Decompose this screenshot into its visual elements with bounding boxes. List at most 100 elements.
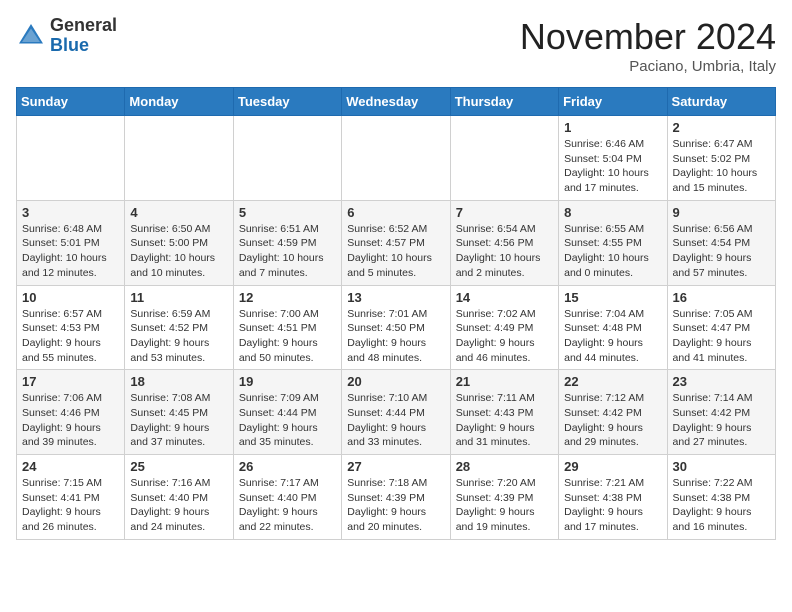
logo-general: General bbox=[50, 15, 117, 35]
title-block: November 2024 Paciano, Umbria, Italy bbox=[520, 16, 776, 75]
calendar-cell: 7 Sunrise: 6:54 AMSunset: 4:56 PMDaylight… bbox=[450, 200, 558, 285]
day-number: 22 bbox=[564, 374, 661, 389]
day-number: 10 bbox=[22, 290, 119, 305]
day-info: Sunrise: 6:47 AMSunset: 5:02 PMDaylight:… bbox=[673, 137, 770, 196]
day-info: Sunrise: 7:10 AMSunset: 4:44 PMDaylight:… bbox=[347, 391, 444, 450]
calendar-cell: 15Sunrise: 7:04 AMSunset: 4:48 PMDayligh… bbox=[559, 285, 667, 370]
day-info: Sunrise: 7:00 AMSunset: 4:51 PMDaylight:… bbox=[239, 307, 336, 366]
calendar-table: SundayMondayTuesdayWednesdayThursdayFrid… bbox=[16, 87, 776, 540]
day-number: 11 bbox=[130, 290, 227, 305]
day-number: 6 bbox=[347, 205, 444, 220]
calendar-week-2: 3Sunrise: 6:48 AMSunset: 5:01 PMDaylight… bbox=[17, 200, 776, 285]
day-info: Sunrise: 6:56 AMSunset: 4:54 PMDaylight:… bbox=[673, 222, 770, 281]
day-info: Sunrise: 7:16 AMSunset: 4:40 PMDaylight:… bbox=[130, 476, 227, 535]
day-number: 12 bbox=[239, 290, 336, 305]
calendar-cell: 8Sunrise: 6:55 AMSunset: 4:55 PMDaylight… bbox=[559, 200, 667, 285]
calendar-cell: 23 Sunrise: 7:14 AMSunset: 4:42 PMDayligh… bbox=[667, 370, 775, 455]
day-number: 8 bbox=[564, 205, 661, 220]
calendar-cell bbox=[450, 116, 558, 201]
day-number: 14 bbox=[456, 290, 553, 305]
logo-text: General Blue bbox=[50, 16, 117, 56]
day-number: 19 bbox=[239, 374, 336, 389]
calendar-cell: 26 Sunrise: 7:17 AMSunset: 4:40 PMDayligh… bbox=[233, 455, 341, 540]
calendar-cell: 29 Sunrise: 7:21 AMSunset: 4:38 PMDayligh… bbox=[559, 455, 667, 540]
day-info: Sunrise: 7:21 AMSunset: 4:38 PMDaylight:… bbox=[564, 476, 661, 535]
day-header-saturday: Saturday bbox=[667, 88, 775, 116]
calendar-cell: 20 Sunrise: 7:10 AMSunset: 4:44 PMDayligh… bbox=[342, 370, 450, 455]
calendar-week-5: 24 Sunrise: 7:15 AMSunset: 4:41 PMDayligh… bbox=[17, 455, 776, 540]
day-info: Sunrise: 7:09 AMSunset: 4:44 PMDaylight:… bbox=[239, 391, 336, 450]
calendar-cell: 1 Sunrise: 6:46 AMSunset: 5:04 PMDaylight… bbox=[559, 116, 667, 201]
day-info: Sunrise: 7:12 AMSunset: 4:42 PMDaylight:… bbox=[564, 391, 661, 450]
calendar-cell: 30 Sunrise: 7:22 AMSunset: 4:38 PMDayligh… bbox=[667, 455, 775, 540]
day-header-monday: Monday bbox=[125, 88, 233, 116]
day-info: Sunrise: 6:46 AMSunset: 5:04 PMDaylight:… bbox=[564, 137, 661, 196]
day-info: Sunrise: 6:48 AMSunset: 5:01 PMDaylight:… bbox=[22, 222, 119, 281]
day-number: 30 bbox=[673, 459, 770, 474]
day-info: Sunrise: 6:52 AMSunset: 4:57 PMDaylight:… bbox=[347, 222, 444, 281]
page-header: General Blue November 2024 Paciano, Umbr… bbox=[16, 16, 776, 75]
day-header-thursday: Thursday bbox=[450, 88, 558, 116]
calendar-cell bbox=[233, 116, 341, 201]
day-header-tuesday: Tuesday bbox=[233, 88, 341, 116]
calendar-week-1: 1 Sunrise: 6:46 AMSunset: 5:04 PMDaylight… bbox=[17, 116, 776, 201]
day-header-friday: Friday bbox=[559, 88, 667, 116]
day-info: Sunrise: 7:15 AMSunset: 4:41 PMDaylight:… bbox=[22, 476, 119, 535]
day-info: Sunrise: 7:08 AMSunset: 4:45 PMDaylight:… bbox=[130, 391, 227, 450]
day-number: 17 bbox=[22, 374, 119, 389]
logo-blue: Blue bbox=[50, 35, 89, 55]
day-info: Sunrise: 7:20 AMSunset: 4:39 PMDaylight:… bbox=[456, 476, 553, 535]
day-number: 1 bbox=[564, 120, 661, 135]
calendar-cell: 12 Sunrise: 7:00 AMSunset: 4:51 PMDayligh… bbox=[233, 285, 341, 370]
day-info: Sunrise: 7:17 AMSunset: 4:40 PMDaylight:… bbox=[239, 476, 336, 535]
calendar-cell: 25 Sunrise: 7:16 AMSunset: 4:40 PMDayligh… bbox=[125, 455, 233, 540]
day-number: 5 bbox=[239, 205, 336, 220]
calendar-cell bbox=[342, 116, 450, 201]
day-info: Sunrise: 7:22 AMSunset: 4:38 PMDaylight:… bbox=[673, 476, 770, 535]
day-info: Sunrise: 7:11 AMSunset: 4:43 PMDaylight:… bbox=[456, 391, 553, 450]
day-number: 16 bbox=[673, 290, 770, 305]
day-number: 21 bbox=[456, 374, 553, 389]
day-info: Sunrise: 7:18 AMSunset: 4:39 PMDaylight:… bbox=[347, 476, 444, 535]
day-info: Sunrise: 7:02 AMSunset: 4:49 PMDaylight:… bbox=[456, 307, 553, 366]
calendar-header-row: SundayMondayTuesdayWednesdayThursdayFrid… bbox=[17, 88, 776, 116]
calendar-cell: 22 Sunrise: 7:12 AMSunset: 4:42 PMDayligh… bbox=[559, 370, 667, 455]
day-number: 28 bbox=[456, 459, 553, 474]
day-info: Sunrise: 6:54 AMSunset: 4:56 PMDaylight:… bbox=[456, 222, 553, 281]
calendar-cell: 24 Sunrise: 7:15 AMSunset: 4:41 PMDayligh… bbox=[17, 455, 125, 540]
calendar-cell: 27 Sunrise: 7:18 AMSunset: 4:39 PMDayligh… bbox=[342, 455, 450, 540]
day-number: 27 bbox=[347, 459, 444, 474]
day-number: 7 bbox=[456, 205, 553, 220]
calendar-cell: 28 Sunrise: 7:20 AMSunset: 4:39 PMDayligh… bbox=[450, 455, 558, 540]
day-info: Sunrise: 7:14 AMSunset: 4:42 PMDaylight:… bbox=[673, 391, 770, 450]
day-number: 4 bbox=[130, 205, 227, 220]
day-number: 20 bbox=[347, 374, 444, 389]
calendar-cell: 5Sunrise: 6:51 AMSunset: 4:59 PMDaylight… bbox=[233, 200, 341, 285]
month-title: November 2024 bbox=[520, 16, 776, 58]
calendar-week-3: 10Sunrise: 6:57 AMSunset: 4:53 PMDayligh… bbox=[17, 285, 776, 370]
day-info: Sunrise: 7:06 AMSunset: 4:46 PMDaylight:… bbox=[22, 391, 119, 450]
calendar-cell: 13 Sunrise: 7:01 AMSunset: 4:50 PMDayligh… bbox=[342, 285, 450, 370]
day-number: 24 bbox=[22, 459, 119, 474]
logo-icon bbox=[16, 21, 46, 51]
day-number: 9 bbox=[673, 205, 770, 220]
calendar-cell: 19 Sunrise: 7:09 AMSunset: 4:44 PMDayligh… bbox=[233, 370, 341, 455]
calendar-cell: 4 Sunrise: 6:50 AMSunset: 5:00 PMDaylight… bbox=[125, 200, 233, 285]
calendar-cell: 2Sunrise: 6:47 AMSunset: 5:02 PMDaylight… bbox=[667, 116, 775, 201]
day-number: 26 bbox=[239, 459, 336, 474]
calendar-cell: 9 Sunrise: 6:56 AMSunset: 4:54 PMDaylight… bbox=[667, 200, 775, 285]
calendar-cell: 3Sunrise: 6:48 AMSunset: 5:01 PMDaylight… bbox=[17, 200, 125, 285]
calendar-cell: 18Sunrise: 7:08 AMSunset: 4:45 PMDayligh… bbox=[125, 370, 233, 455]
day-info: Sunrise: 7:01 AMSunset: 4:50 PMDaylight:… bbox=[347, 307, 444, 366]
calendar-cell: 16Sunrise: 7:05 AMSunset: 4:47 PMDayligh… bbox=[667, 285, 775, 370]
day-info: Sunrise: 6:50 AMSunset: 5:00 PMDaylight:… bbox=[130, 222, 227, 281]
day-number: 25 bbox=[130, 459, 227, 474]
calendar-week-4: 17 Sunrise: 7:06 AMSunset: 4:46 PMDayligh… bbox=[17, 370, 776, 455]
calendar-cell: 11 Sunrise: 6:59 AMSunset: 4:52 PMDayligh… bbox=[125, 285, 233, 370]
day-header-sunday: Sunday bbox=[17, 88, 125, 116]
day-number: 13 bbox=[347, 290, 444, 305]
day-number: 23 bbox=[673, 374, 770, 389]
day-number: 29 bbox=[564, 459, 661, 474]
day-info: Sunrise: 6:59 AMSunset: 4:52 PMDaylight:… bbox=[130, 307, 227, 366]
calendar-cell: 6 Sunrise: 6:52 AMSunset: 4:57 PMDaylight… bbox=[342, 200, 450, 285]
